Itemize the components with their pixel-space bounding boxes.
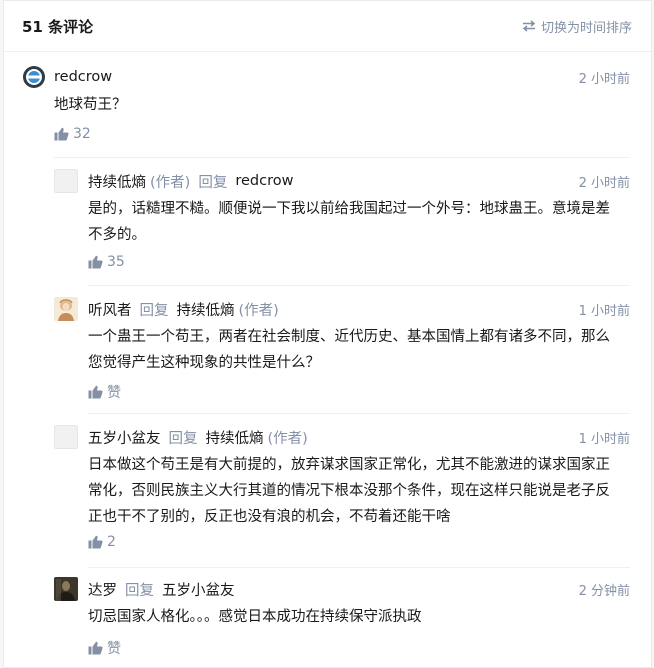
redcrow-logo-avatar[interactable] [22,65,46,89]
thumbs-up-icon [88,535,103,549]
reply-to-name[interactable]: 五岁小盆友 [162,579,235,600]
comments-panel: 51 条评论 切换为时间排序 redcrow 2 小时前 地球苟王？ 32 持续… [3,0,652,668]
thumbs-up-icon [88,255,103,269]
comment-time: 1 小时前 [578,304,630,319]
painting-avatar[interactable] [54,297,78,321]
comment-time: 2 分钟前 [578,584,630,599]
reply-item: 持续低熵 (作者) 回复 redcrow 2 小时前 是的，话糙理不糙。顺便说一… [4,169,651,285]
comment-divider [54,157,630,158]
author-tag: (作者) [238,302,279,319]
comment-text-line: 常化，否则民族主义大行其道的情况下根本没那个条件，现在这样只能说是老子反 [88,483,610,499]
comment-text-line: 不多的。 [88,227,146,243]
reply-item: 达罗 回复 五岁小盆友 2 分钟前 切忌国家人格化。。。感觉日本成功在持续保守派… [4,577,651,667]
comment-text-line: 正也干不了别的，反正也没有浪的机会，不苟着还能干啥 [88,509,451,525]
reply-label: 回复 [198,174,228,191]
reply-to-name[interactable]: 持续低熵 [177,299,235,320]
comment-author-name[interactable]: 听风者 [88,299,132,320]
author-tag: (作者) [150,174,191,191]
comment-time: 2 小时前 [578,72,630,87]
like-count: 35 [107,254,125,270]
comment-time: 1 小时前 [578,432,630,447]
like-button[interactable]: 35 [88,254,125,270]
comments-header: 51 条评论 切换为时间排序 [4,1,651,52]
dark-portrait-avatar[interactable] [54,577,78,601]
comment-author-name[interactable]: 达罗 [88,579,117,600]
blank-avatar[interactable] [54,425,78,449]
like-button[interactable]: 赞 [88,638,121,658]
comment-text-line: 您觉得产生这种现象的共性是什么？ [88,355,320,371]
thumbs-up-icon [88,641,103,655]
thumbs-up-icon [88,385,103,399]
comment-time: 2 小时前 [578,176,630,191]
comment-divider [88,413,630,414]
like-button[interactable]: 2 [88,534,116,550]
comment-text: 地球苟王？ [54,97,127,113]
reply-label: 回复 [139,302,169,319]
comment-header: 听风者 回复 持续低熵 (作者) [88,297,279,321]
comment-header: 持续低熵 (作者) 回复 redcrow [88,169,293,193]
comment-divider [88,285,630,286]
like-count: 32 [73,126,91,142]
like-button[interactable]: 赞 [88,382,121,402]
comment-header: redcrow [54,65,112,89]
comment-text: 是的，话糙理不糙。顺便说一下我以前给我国起过一个外号：地球蛊王。意境是差 不多的… [88,196,610,248]
reply-label: 回复 [125,582,154,599]
reply-item: 五岁小盆友 回复 持续低熵 (作者) 1 小时前 日本做这个苟王是有大前提的，放… [4,425,651,567]
swap-icon [522,20,536,32]
like-count: 赞 [107,385,121,401]
comment-count: 51 条评论 [22,17,94,36]
like-count: 2 [107,534,116,550]
blank-avatar[interactable] [54,169,78,193]
comment-text: 一个蛊王一个苟王，两者在社会制度、近代历史、基本国情上都有诸多不同，那么 您觉得… [88,324,610,376]
comment-header: 达罗 回复 五岁小盆友 [88,577,235,601]
sort-toggle-label: 切换为时间排序 [540,20,632,36]
comment-text-line: 一个蛊王一个苟王，两者在社会制度、近代历史、基本国情上都有诸多不同，那么 [88,329,610,345]
comment-text-line: 是的，话糙理不糙。顺便说一下我以前给我国起过一个外号：地球蛊王。意境是差 [88,201,610,217]
comment-header: 五岁小盆友 回复 持续低熵 (作者) [88,425,308,449]
like-button[interactable]: 32 [54,126,91,142]
comment-divider [88,567,630,568]
comment-text-line: 日本做这个苟王是有大前提的，放弃谋求国家正常化，尤其不能激进的谋求国家正 [88,457,610,473]
like-count: 赞 [107,641,121,657]
comment-item: redcrow 2 小时前 地球苟王？ 32 [4,65,651,157]
reply-label: 回复 [168,430,198,447]
comment-author-name[interactable]: 持续低熵 [88,171,146,192]
reply-item: 听风者 回复 持续低熵 (作者) 1 小时前 一个蛊王一个苟王，两者在社会制度、… [4,297,651,413]
comment-text: 日本做这个苟王是有大前提的，放弃谋求国家正常化，尤其不能激进的谋求国家正 常化，… [88,452,610,530]
reply-to-name[interactable]: 持续低熵 [206,427,264,448]
author-tag: (作者) [267,430,308,447]
reply-to-name[interactable]: redcrow [235,173,293,189]
thumbs-up-icon [54,127,69,141]
comment-text: 切忌国家人格化。。。感觉日本成功在持续保守派执政 [88,609,422,625]
comment-author-name[interactable]: 五岁小盆友 [88,427,161,448]
comment-author-name[interactable]: redcrow [54,69,112,85]
sort-toggle-button[interactable]: 切换为时间排序 [522,17,632,36]
